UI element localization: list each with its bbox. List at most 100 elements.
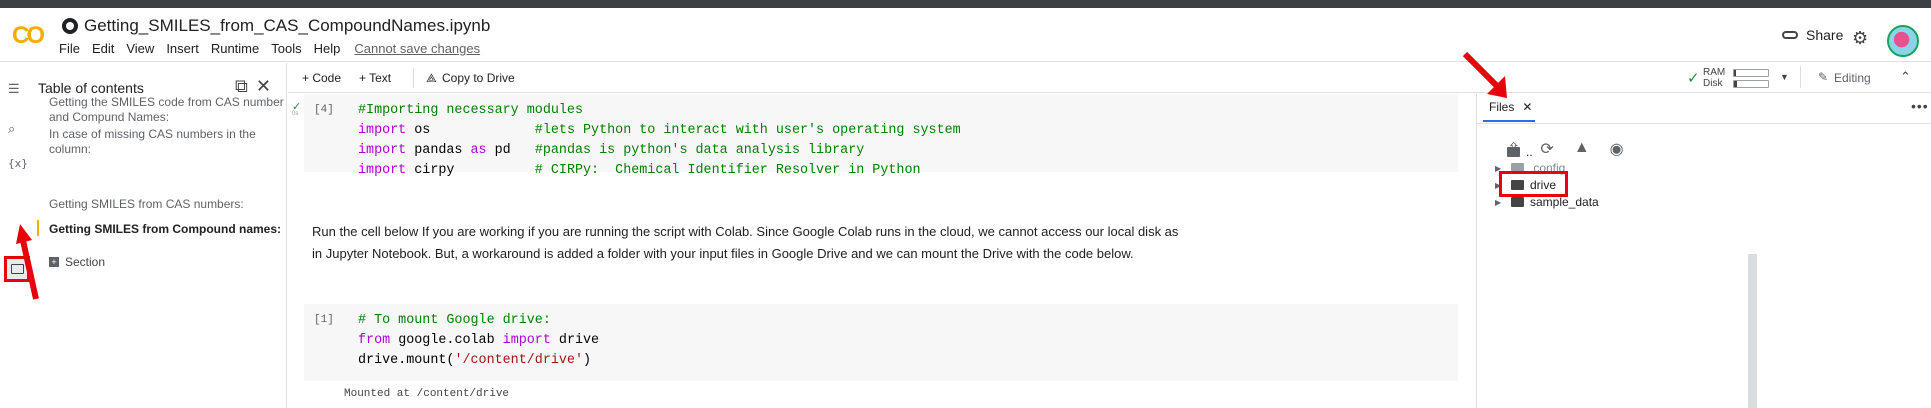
code-token: pd bbox=[486, 143, 535, 158]
code-token: #pandas is python's data analysis librar… bbox=[534, 143, 865, 158]
code-token: google.colab bbox=[390, 333, 503, 348]
toc-list-icon[interactable]: ☰ bbox=[8, 81, 20, 97]
code-token: drive bbox=[550, 333, 600, 348]
menu-file[interactable]: File bbox=[59, 41, 86, 56]
toc-item-smiles-cas[interactable]: Getting SMILES from CAS numbers: bbox=[49, 197, 244, 212]
code-token: os bbox=[406, 123, 535, 138]
add-text-button[interactable]: + Text bbox=[359, 71, 391, 85]
cannot-save-link[interactable]: Cannot save changes bbox=[354, 41, 486, 56]
avatar[interactable] bbox=[1887, 25, 1919, 57]
menu-edit[interactable]: Edit bbox=[92, 41, 120, 56]
tree-item-label: sample_data bbox=[1530, 195, 1599, 209]
add-code-button[interactable]: + Code bbox=[302, 71, 341, 85]
variables-icon[interactable]: {x} bbox=[8, 157, 28, 170]
divider bbox=[1477, 123, 1931, 124]
menu-insert[interactable]: Insert bbox=[166, 41, 205, 56]
folder-icon bbox=[1511, 197, 1524, 207]
runtime-dropdown-icon[interactable]: ▼ bbox=[1780, 72, 1789, 82]
toc-actions: ⧉ ✕ bbox=[235, 76, 271, 97]
red-arrow-annotation bbox=[1462, 52, 1507, 98]
close-icon[interactable]: ✕ bbox=[256, 76, 271, 97]
notebook-title[interactable]: Getting_SMILES_from_CAS_CompoundNames.ip… bbox=[84, 16, 490, 36]
menu-tools[interactable]: Tools bbox=[271, 41, 307, 56]
plus-icon: + bbox=[49, 257, 59, 267]
more-options-icon[interactable]: ••• bbox=[1911, 98, 1929, 114]
cell-exec-count: [4] bbox=[314, 104, 334, 116]
code-token: '/content/drive' bbox=[454, 353, 584, 368]
section-label: Section bbox=[65, 255, 106, 269]
colab-logo[interactable]: CO bbox=[12, 22, 45, 50]
code-line: #Importing necessary modules bbox=[358, 101, 961, 121]
code-token: # To mount Google drive: bbox=[358, 313, 551, 328]
disk-usage-bar[interactable] bbox=[1733, 80, 1769, 88]
menu-view[interactable]: View bbox=[126, 41, 160, 56]
code-token: #Importing necessary modules bbox=[358, 103, 583, 118]
code-cell-mount-drive[interactable]: [1] # To mount Google drive: from google.… bbox=[304, 304, 1458, 381]
disk-label: Disk bbox=[1703, 78, 1723, 89]
run-time-label: 0s bbox=[292, 111, 299, 117]
drive-icon: ⟁ bbox=[426, 71, 437, 85]
notebook-content: [4] #Importing necessary modules import o… bbox=[288, 94, 1757, 408]
editing-mode[interactable]: Editing bbox=[1834, 71, 1871, 85]
files-panel: Files ✕ ••• ⇪ ⟳ ▲ ◉ .. ▶ .config ▶ drive… bbox=[1476, 94, 1931, 408]
code-token: pandas bbox=[406, 143, 471, 158]
notebook-title-row: Getting_SMILES_from_CAS_CompoundNames.ip… bbox=[62, 16, 490, 36]
code-line: # To mount Google drive: bbox=[358, 311, 599, 331]
tree-item-label: .. bbox=[1526, 145, 1533, 159]
show-hidden-eye-icon[interactable]: ◉ bbox=[1610, 139, 1624, 159]
active-tab-indicator bbox=[1483, 120, 1535, 122]
ram-label: RAM bbox=[1703, 67, 1726, 78]
toc-title: Table of contents bbox=[38, 80, 144, 96]
code-token: import bbox=[358, 143, 407, 158]
code-token: as bbox=[470, 143, 487, 158]
menu-bar: File Edit View Insert Runtime Tools Help… bbox=[59, 41, 492, 56]
gear-icon[interactable]: ⚙ bbox=[1852, 28, 1868, 49]
drive-highlight-box bbox=[1499, 171, 1568, 197]
toc-active-indicator bbox=[37, 220, 39, 236]
github-icon bbox=[62, 18, 78, 34]
code-token: from bbox=[358, 333, 391, 348]
code-line: drive.mount('/content/drive') bbox=[358, 351, 599, 371]
tab-files[interactable]: Files ✕ bbox=[1489, 100, 1532, 114]
code-line: import cirpy # CIRPy: Chemical Identifie… bbox=[358, 161, 961, 181]
notebook-toolbar: + Code + Text ⟁ Copy to Drive ✓ RAM Disk… bbox=[288, 63, 1931, 93]
toc-item-smiles-cas-names[interactable]: Getting the SMILES code from CAS number … bbox=[49, 95, 289, 125]
code-token: cirpy bbox=[406, 163, 535, 178]
tree-item-parent[interactable]: .. bbox=[1507, 145, 1533, 159]
link-icon bbox=[1782, 31, 1798, 39]
toolbar-divider-2 bbox=[1800, 66, 1801, 88]
code-cell-imports[interactable]: [4] #Importing necessary modules import o… bbox=[304, 94, 1458, 178]
connected-check-icon: ✓ bbox=[1687, 70, 1700, 87]
toolbar-divider bbox=[413, 68, 414, 88]
code-line: import os #lets Python to interact with … bbox=[358, 121, 961, 141]
toc-item-smiles-compound[interactable]: Getting SMILES from Compound names: bbox=[49, 222, 281, 237]
share-label: Share bbox=[1806, 27, 1844, 43]
expand-arrow-icon[interactable]: ▶ bbox=[1495, 198, 1505, 207]
tree-item-sample-data[interactable]: ▶ sample_data bbox=[1495, 195, 1599, 209]
mount-drive-icon[interactable]: ▲ bbox=[1574, 139, 1590, 159]
code-token: import bbox=[358, 163, 407, 178]
window-top-bar bbox=[0, 0, 1931, 8]
toc-add-section[interactable]: + Section bbox=[49, 255, 105, 269]
menu-help[interactable]: Help bbox=[314, 41, 347, 56]
code-token: drive.mount( bbox=[358, 353, 455, 368]
copy-to-drive-button[interactable]: Copy to Drive bbox=[442, 71, 515, 85]
share-button[interactable]: Share bbox=[1782, 27, 1843, 43]
code-editor[interactable]: #Importing necessary modules import os #l… bbox=[358, 101, 961, 181]
open-in-tab-icon[interactable]: ⧉ bbox=[235, 76, 248, 97]
code-editor[interactable]: # To mount Google drive: from google.cola… bbox=[358, 311, 599, 371]
close-icon[interactable]: ✕ bbox=[1522, 100, 1532, 114]
table-of-contents-panel: Table of contents ⧉ ✕ Getting the SMILES… bbox=[30, 63, 287, 408]
ram-usage-bar[interactable] bbox=[1733, 69, 1769, 77]
refresh-folder-icon[interactable]: ⟳ bbox=[1540, 139, 1553, 159]
folder-up-icon bbox=[1507, 147, 1520, 157]
cell-output: Mounted at /content/drive bbox=[344, 388, 510, 400]
markdown-cell[interactable]: Run the cell below If you are working if… bbox=[312, 221, 1192, 265]
search-icon[interactable]: ⌕ bbox=[8, 121, 15, 137]
toc-item-missing-cas[interactable]: In case of missing CAS numbers in the co… bbox=[49, 127, 289, 157]
chevron-up-icon[interactable]: ⌃ bbox=[1900, 69, 1911, 85]
cell-exec-count: [1] bbox=[314, 314, 334, 326]
code-token: # CIRPy: Chemical Identifier Resolver in… bbox=[534, 163, 921, 178]
menu-runtime[interactable]: Runtime bbox=[211, 41, 265, 56]
pencil-icon: ✎ bbox=[1818, 70, 1829, 84]
